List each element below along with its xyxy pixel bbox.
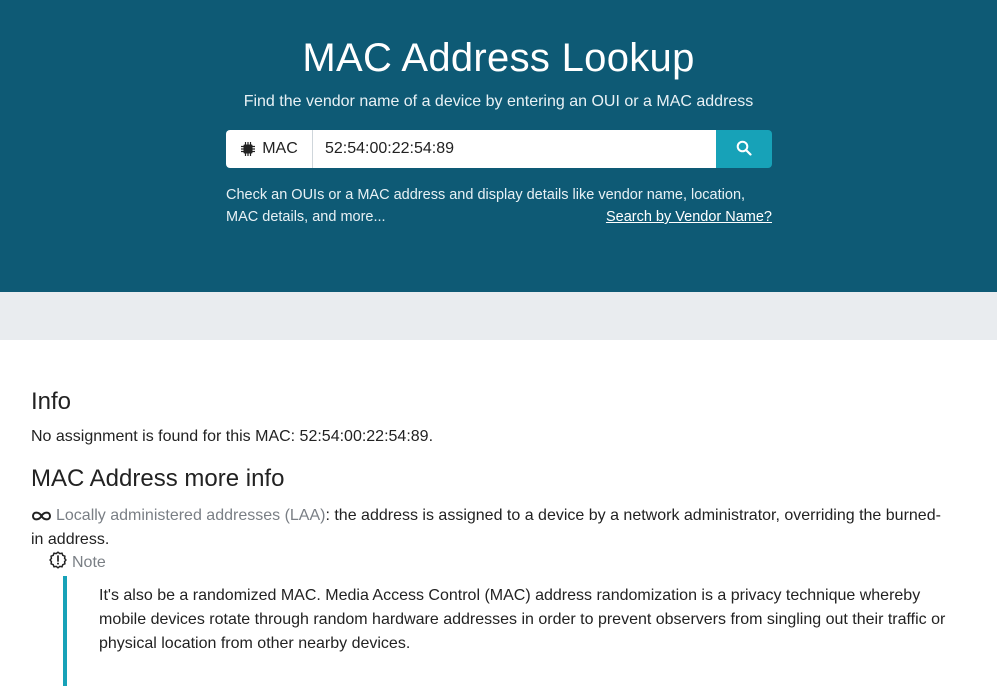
section-divider-band <box>0 292 997 340</box>
more-info-heading: MAC Address more info <box>31 465 285 492</box>
search-form: MAC <box>226 130 772 168</box>
note-header: Note <box>49 551 949 574</box>
note-label: Note <box>72 553 106 571</box>
laa-term: Locally administered addresses (LAA) <box>56 507 326 524</box>
lookup-type-selector[interactable]: MAC <box>226 130 313 168</box>
info-heading: Info <box>31 388 72 415</box>
note-callout: Note It's also be a randomized MAC. Medi… <box>49 551 949 686</box>
alert-icon <box>49 551 67 574</box>
hero-header: MAC Address Lookup Find the vendor name … <box>0 0 997 292</box>
laa-description: Locally administered addresses (LAA): th… <box>31 504 951 552</box>
search-by-vendor-link[interactable]: Search by Vendor Name? <box>606 206 772 228</box>
page-title: MAC Address Lookup <box>302 36 695 80</box>
infinity-icon <box>31 507 56 524</box>
search-icon <box>736 140 752 159</box>
mac-search-input[interactable] <box>313 130 716 168</box>
chip-icon <box>240 141 256 157</box>
search-button[interactable] <box>716 130 772 168</box>
lookup-type-label: MAC <box>262 140 298 157</box>
page-subtitle: Find the vendor name of a device by ente… <box>243 93 754 110</box>
info-text: No assignment is found for this MAC: 52:… <box>31 428 434 445</box>
